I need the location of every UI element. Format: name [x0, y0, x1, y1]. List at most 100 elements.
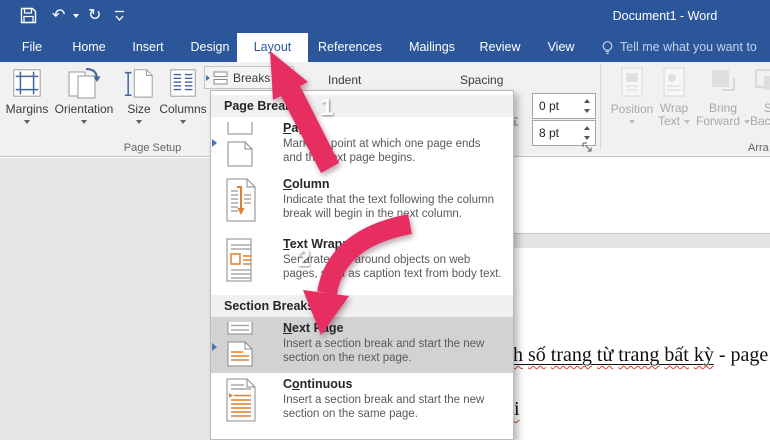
margins-icon: [11, 64, 43, 102]
group-separator: [600, 64, 601, 150]
tab-view[interactable]: View: [532, 33, 590, 62]
spacing-after-value: 8 pt: [539, 121, 559, 145]
tab-file[interactable]: File: [8, 33, 56, 62]
qat-customize-icon: [114, 10, 125, 23]
tab-home[interactable]: Home: [64, 33, 114, 62]
size-label: Size: [127, 102, 150, 116]
breaks-marker-icon: [206, 75, 210, 81]
send-backward-button: S Bac: [746, 64, 770, 128]
menu-item-next-page[interactable]: Next Page Insert a section break and sta…: [211, 317, 513, 373]
page-desc: Mark the point at which one page endsand…: [283, 138, 481, 165]
paragraph-dialog-launcher[interactable]: [582, 142, 594, 154]
orientation-label: Orientation: [55, 102, 114, 116]
next-page-title: Next Page: [283, 320, 484, 336]
redo-button[interactable]: ↻: [88, 5, 101, 27]
tab-mailings[interactable]: Mailings: [398, 33, 466, 62]
tell-me-box[interactable]: Tell me what you want to do: [620, 33, 770, 62]
next-page-break-icon: [223, 321, 263, 373]
ribbon-tab-row: File Home Insert Design Layout Reference…: [0, 33, 770, 62]
qat-customize-button[interactable]: [114, 10, 125, 23]
lightbulb-icon: [601, 40, 614, 57]
spin-down-icon[interactable]: [584, 109, 590, 113]
text-wrapping-break-icon: [223, 237, 263, 295]
bring-forward-icon: [707, 64, 739, 102]
continuous-desc: Insert a section break and start the new…: [283, 394, 484, 421]
columns-label: Columns: [159, 102, 206, 116]
breaks-caret-icon: [275, 76, 281, 80]
underlined-phrase: h số trang từ trang bất kỳ: [513, 344, 714, 366]
orientation-icon: [66, 64, 102, 102]
indent-label: Indent: [328, 73, 361, 87]
spacing-label: Spacing: [460, 73, 503, 87]
window-title: Document1 - Word: [560, 0, 770, 33]
breaks-button[interactable]: Breaks: [204, 66, 294, 89]
breaks-menu: Page Breaks Page Mark the point at which…: [210, 90, 514, 440]
heading-suffix: - page 3: [714, 344, 770, 366]
save-icon: [20, 7, 37, 24]
breaks-label: Breaks: [233, 71, 270, 85]
position-label: Position: [611, 102, 654, 116]
size-caret-icon: [136, 120, 142, 124]
menu-item-continuous[interactable]: Continuous Insert a section break and st…: [211, 373, 513, 433]
tab-design[interactable]: Design: [182, 33, 238, 62]
continuous-title: Continuous: [283, 376, 484, 392]
page-item-marker-icon: [212, 139, 217, 147]
menu-item-page[interactable]: Page Mark the point at which one page en…: [211, 117, 513, 173]
text-wrapping-desc: Separate text around objects on webpages…: [283, 254, 502, 281]
word-window: ↶ ↻ Document1 - Word File Home Insert De…: [0, 0, 770, 440]
spin-up-icon[interactable]: [584, 99, 590, 103]
margins-label: Margins: [6, 102, 49, 116]
wrap-text-button: Wrap Text: [652, 64, 696, 128]
menu-item-text-wrapping[interactable]: Text Wrapping Separate text around objec…: [211, 233, 513, 295]
size-icon: [122, 64, 156, 102]
arrange-group-label: Arra: [748, 142, 769, 154]
redo-icon: ↻: [88, 7, 101, 24]
text-wrapping-title: Text Wrapping: [283, 236, 502, 252]
tab-layout[interactable]: Layout: [237, 33, 308, 62]
page-break-icon: [223, 121, 263, 173]
tab-insert[interactable]: Insert: [120, 33, 176, 62]
document-heading-text: h số trang từ trang bất kỳ - page 3: [513, 344, 770, 367]
section-breaks-header: Section Breaks: [211, 295, 513, 317]
next-page-desc: Insert a section break and start the new…: [283, 338, 484, 365]
breaks-icon: [213, 71, 229, 85]
wrap-text-icon: [660, 64, 688, 102]
wrap-text-caret-icon: [684, 120, 690, 124]
page-title: Page: [283, 120, 481, 136]
size-button[interactable]: Size: [118, 64, 160, 124]
title-bar: ↶ ↻ Document1 - Word: [0, 0, 770, 33]
send-backward-icon: [752, 64, 770, 102]
position-button: Position: [608, 64, 656, 124]
undo-icon: ↶: [52, 7, 65, 24]
continuous-break-icon: [223, 377, 263, 433]
tab-review[interactable]: Review: [468, 33, 532, 62]
margins-caret-icon: [24, 120, 30, 124]
undo-button[interactable]: ↶: [52, 5, 65, 27]
columns-icon: [167, 64, 199, 102]
column-title: Column: [283, 176, 494, 192]
spacing-before-spinner[interactable]: [581, 94, 593, 118]
column-break-icon: [223, 177, 263, 233]
bring-forward-label-2: Forward: [696, 115, 740, 128]
next-page-item-marker-icon: [212, 343, 217, 351]
columns-button[interactable]: Columns: [160, 64, 206, 124]
save-button[interactable]: [20, 7, 37, 29]
spin-up-icon[interactable]: [584, 126, 590, 130]
undo-caret-icon[interactable]: [73, 14, 79, 18]
columns-caret-icon: [180, 120, 186, 124]
orientation-button[interactable]: Orientation: [52, 64, 116, 124]
page-setup-group-label: Page Setup: [100, 142, 205, 154]
tab-references[interactable]: References: [314, 33, 386, 62]
page-breaks-header: Page Breaks: [211, 95, 513, 117]
menu-item-column[interactable]: Column Indicate that the text following …: [211, 173, 513, 233]
orientation-caret-icon: [81, 120, 87, 124]
wrap-text-label-2: Text: [658, 115, 680, 128]
bring-forward-button: Bring Forward: [698, 64, 748, 128]
column-desc: Indicate that the text following the col…: [283, 194, 494, 221]
send-backward-label-2: Bac: [750, 115, 770, 128]
position-caret-icon: [629, 120, 635, 124]
position-icon: [618, 64, 646, 102]
margins-button[interactable]: Margins: [4, 64, 50, 124]
spin-down-icon[interactable]: [584, 136, 590, 140]
spacing-before-input[interactable]: 0 pt: [532, 93, 596, 119]
